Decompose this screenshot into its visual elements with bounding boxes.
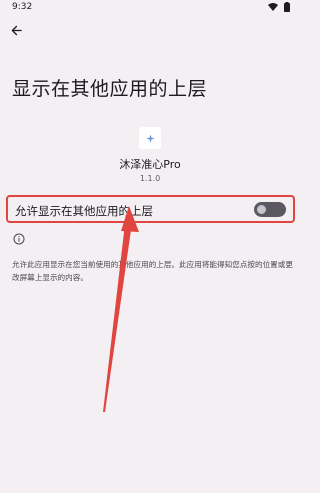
app-name: 沐泽准心Pro <box>119 158 181 171</box>
arrow-left-icon <box>11 25 22 35</box>
overlay-permission-row[interactable]: 允许显示在其他应用的上层 <box>6 195 295 223</box>
info-icon <box>13 233 25 245</box>
top-app-bar <box>0 18 300 42</box>
permission-label: 允许显示在其他应用的上层 <box>15 204 153 218</box>
page-title: 显示在其他应用的上层 <box>12 78 208 100</box>
status-icons <box>268 2 290 12</box>
app-icon <box>139 127 161 149</box>
screen: 9:32 显示在其他应用的上层 沐泽准心Pro 1.1.0 允许显示在其他应用的… <box>0 0 300 493</box>
overlay-permission-toggle[interactable] <box>254 202 286 217</box>
status-time: 9:32 <box>12 2 33 12</box>
toggle-thumb <box>257 205 266 214</box>
app-version: 1.1.0 <box>139 174 161 183</box>
battery-icon <box>284 2 290 12</box>
crosshair-icon <box>145 133 155 143</box>
wifi-icon <box>268 3 278 11</box>
status-bar: 9:32 <box>0 0 300 14</box>
info-description: 允许此应用显示在您当前使用的其他应用的上层。此应用将能得知您点按的位置或更改屏幕… <box>12 260 293 282</box>
back-button[interactable] <box>6 20 26 40</box>
